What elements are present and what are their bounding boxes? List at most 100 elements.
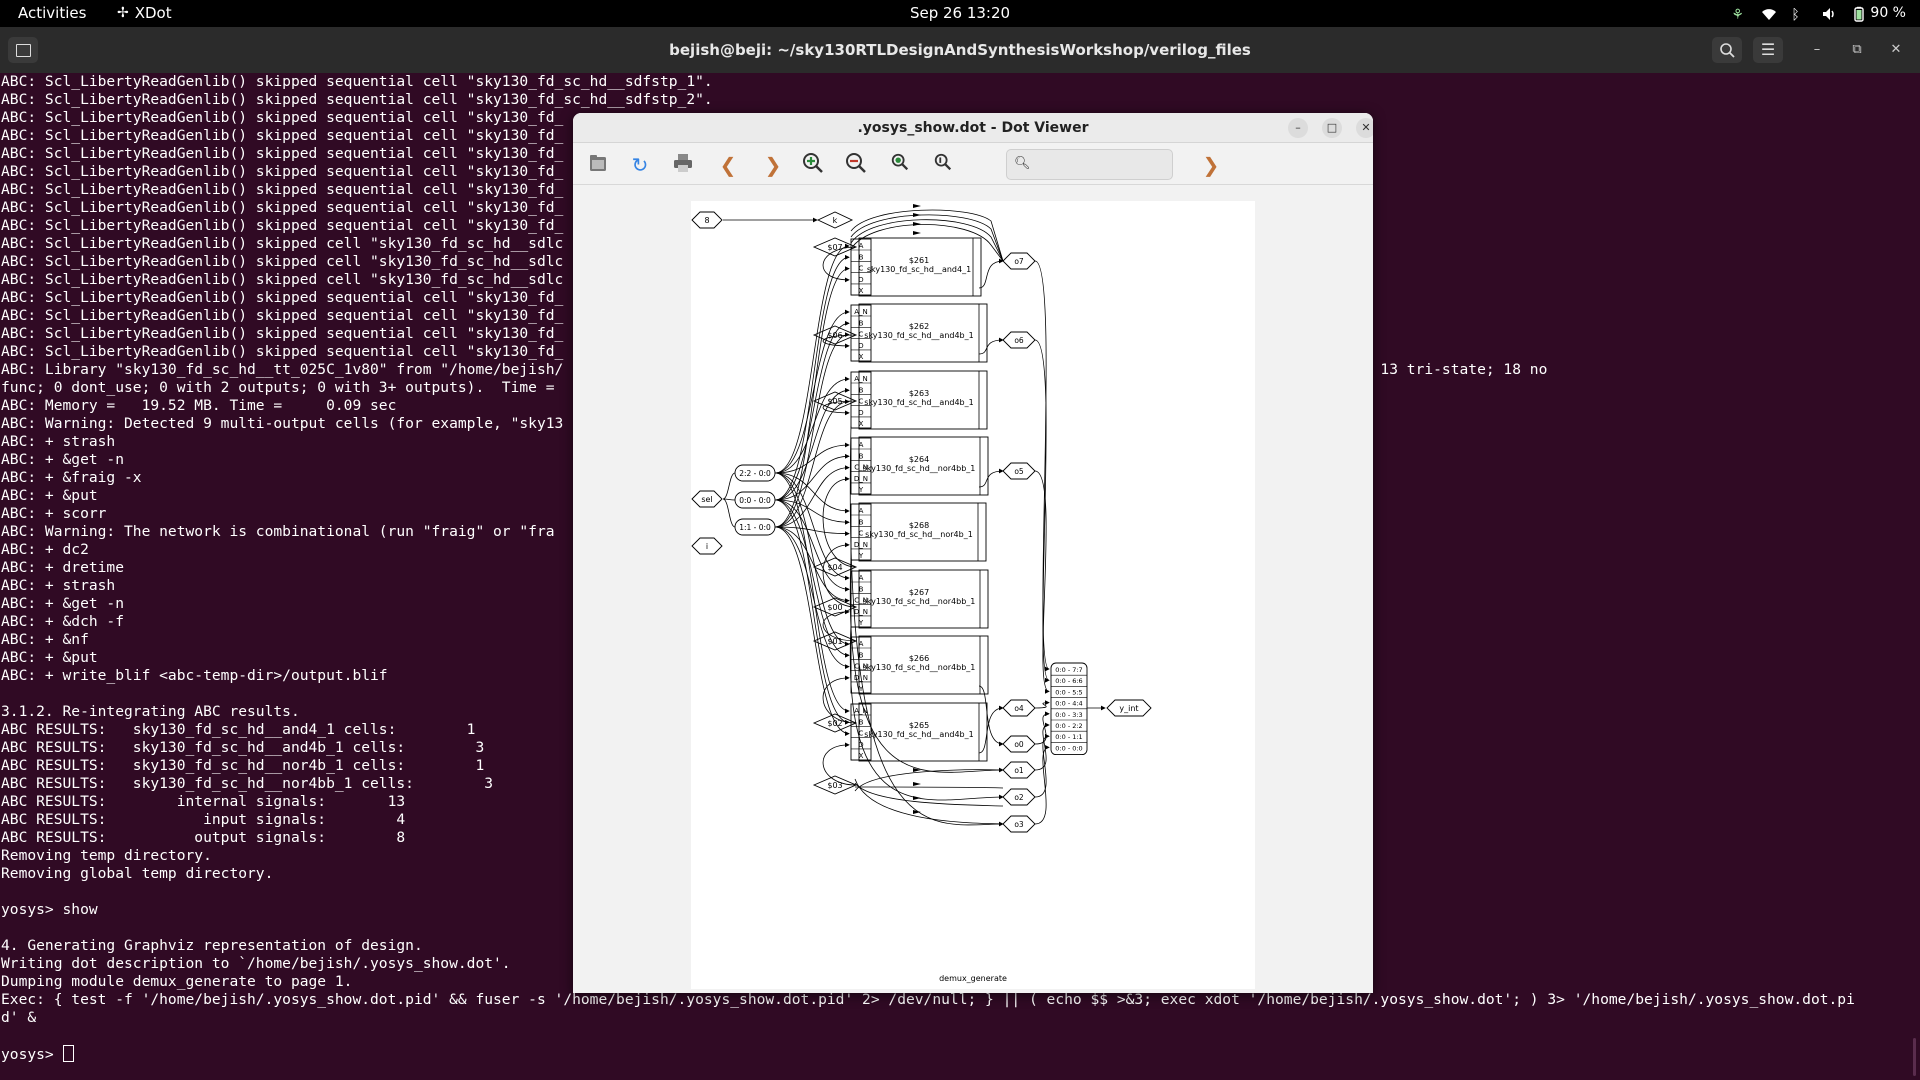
zoom-100-button[interactable] xyxy=(930,152,956,178)
dot-viewer-titlebar[interactable]: .yosys_show.dot - Dot Viewer – □ ✕ xyxy=(573,113,1373,143)
edge-arrow xyxy=(913,782,921,786)
cell-id-label: $263 xyxy=(909,389,929,398)
terminal-line-text: ABC: Scl_LibertyReadGenlib() skipped seq… xyxy=(1,325,564,342)
bluetooth-icon[interactable]: ᛒ xyxy=(1791,6,1807,23)
minimize-icon: – xyxy=(1813,42,1821,57)
menu-button[interactable]: ☰ xyxy=(1753,37,1783,63)
graph-edge xyxy=(774,254,850,501)
battery-status[interactable]: 90 % xyxy=(1851,4,1906,23)
dot-maximize-button[interactable]: □ xyxy=(1322,118,1342,138)
terminal-line: ABC RESULTS: sky130_fd_sc_hd__nor4bb_1 c… xyxy=(1,775,493,793)
terminal-line: 3.1.2. Re-integrating ABC results. xyxy=(1,703,300,721)
terminal-line-text: Dumping module demux_generate to page 1. xyxy=(1,973,353,990)
wifi-icon[interactable] xyxy=(1761,6,1777,22)
close-icon: ✕ xyxy=(1890,42,1902,57)
print-icon xyxy=(672,154,694,179)
terminal-line: 4. Generating Graphviz representation of… xyxy=(1,937,423,955)
cell-type-label: sky130_fd_sc_hd__nor4bb_1 xyxy=(863,464,976,473)
terminal-line: ABC: + dretime xyxy=(1,559,124,577)
wire-label: $02 xyxy=(827,719,842,728)
graph-edge xyxy=(774,499,850,592)
system-tray[interactable]: ⚘ ᛒ 90 % xyxy=(1731,4,1906,23)
terminal-line-text: 3.1.2. Re-integrating ABC results. xyxy=(1,703,300,720)
graph-page[interactable]: 8 sel i k $07 $06 $05 $04 $00 $01 $02 $03 2:2 - 0:0 0… xyxy=(691,201,1255,989)
terminal-line: ABC: + &dch -f xyxy=(1,613,124,631)
cell-type-label: sky130_fd_sc_hd__and4_1 xyxy=(867,265,971,274)
minimize-button[interactable]: – xyxy=(1808,41,1826,59)
battery-percent: 90 % xyxy=(1870,5,1906,21)
graph-edge xyxy=(722,498,736,528)
search-button[interactable] xyxy=(1712,37,1742,63)
slice-label: 0:0 - 0:0 xyxy=(739,496,771,505)
volume-icon[interactable] xyxy=(1821,6,1837,22)
terminal-line-text: ABC RESULTS: sky130_fd_sc_hd__nor4b_1 ce… xyxy=(1,757,485,774)
y-int-port-label: y_int xyxy=(1119,704,1138,713)
cell-id-label: $264 xyxy=(909,455,929,464)
cell-pin-label: Y xyxy=(858,552,864,560)
terminal-line: Dumping module demux_generate to page 1. xyxy=(1,973,352,991)
terminal-line: ABC: Scl_LibertyReadGenlib() skipped seq… xyxy=(1,199,563,217)
edge-arrow xyxy=(913,222,921,226)
terminal-line: ABC: Scl_LibertyReadGenlib() skipped seq… xyxy=(1,145,563,163)
edge-arrow xyxy=(913,204,921,208)
cell-pin-label: A_N xyxy=(854,308,868,316)
cell-pin-label: X xyxy=(859,420,864,428)
slice-label: 1:1 - 0:0 xyxy=(739,523,771,532)
terminal-line-text: yosys> show xyxy=(1,901,98,918)
terminal-line-text: ABC: Memory = 19.52 MB. Time = 0.09 sec xyxy=(1,397,397,414)
clock-label[interactable]: Sep 26 13:20 xyxy=(910,4,1010,23)
zoom-original-icon xyxy=(933,153,953,177)
back-button[interactable]: ❮ xyxy=(715,152,741,178)
cell-pin-label: Y xyxy=(858,619,864,627)
terminal-scrollbar[interactable] xyxy=(1913,1038,1916,1076)
graph-edge xyxy=(850,219,1004,262)
open-button[interactable] xyxy=(585,152,611,178)
search-icon: 🔍︎ xyxy=(1014,156,1031,171)
terminal-line: ABC: + &get -n xyxy=(1,451,124,469)
graph-edge xyxy=(1034,260,1050,672)
cell-pin-label: B xyxy=(859,253,864,261)
terminal-line-text: ABC: + &dch -f xyxy=(1,613,125,630)
terminal-line: ABC: Scl_LibertyReadGenlib() skipped seq… xyxy=(1,163,563,181)
terminal-line: ABC: + &nf xyxy=(1,631,89,649)
dot-viewer-title: .yosys_show.dot - Dot Viewer xyxy=(857,120,1089,136)
find-next-button[interactable]: ❯ xyxy=(1198,152,1224,178)
zoom-in-button[interactable] xyxy=(800,152,826,178)
cell-pin-label: X xyxy=(859,752,864,760)
concat-slot-label: 0:0 - 0:0 xyxy=(1055,744,1082,752)
zoom-out-button[interactable] xyxy=(843,152,869,178)
terminal-line: ABC: Scl_LibertyReadGenlib() skipped seq… xyxy=(1,289,563,307)
terminal-line: Writing dot description to `/home/bejish… xyxy=(1,955,511,973)
cell-type-label: sky130_fd_sc_hd__nor4bb_1 xyxy=(863,663,976,672)
netlist-graph[interactable]: 8 sel i k $07 $06 $05 $04 $00 $01 $02 $03 2:2 - 0:0 0… xyxy=(691,201,1255,989)
reload-icon: ↻ xyxy=(631,153,649,177)
network-share-icon[interactable]: ⚘ xyxy=(1731,6,1747,23)
close-button[interactable]: ✕ xyxy=(1887,41,1905,59)
terminal-line: d' & xyxy=(1,1009,36,1027)
terminal-line: Removing global temp directory. xyxy=(1,865,273,883)
graph-edge xyxy=(978,685,1004,747)
print-button[interactable] xyxy=(670,152,696,178)
dot-close-button[interactable]: ✕ xyxy=(1356,118,1373,138)
maximize-button[interactable]: ⧉ xyxy=(1848,41,1866,59)
input-port-label: 8 xyxy=(704,216,709,225)
zoom-in-icon xyxy=(802,153,824,179)
cell-pin-label: D xyxy=(858,276,863,284)
zoom-fit-button[interactable] xyxy=(887,152,913,178)
forward-button[interactable]: ❯ xyxy=(760,152,786,178)
reload-button[interactable]: ↻ xyxy=(627,152,653,178)
restore-icon: ⧉ xyxy=(1852,42,1862,57)
cell-type-label: sky130_fd_sc_hd__nor4b_1 xyxy=(865,530,973,539)
terminal-line: ABC RESULTS: sky130_fd_sc_hd__nor4b_1 ce… xyxy=(1,757,484,775)
terminal-line-text: ABC RESULTS: output signals: 8 xyxy=(1,829,406,846)
search-icon xyxy=(1719,40,1735,59)
dot-minimize-button[interactable]: – xyxy=(1288,118,1308,138)
dot-graph-canvas[interactable]: 8 sel i k $07 $06 $05 $04 $00 $01 $02 $03 2:2 - 0:0 0… xyxy=(573,185,1373,993)
find-input[interactable] xyxy=(1006,149,1173,180)
cell-pin-label: C xyxy=(859,331,864,339)
terminal-line: ABC: + &fraig -x xyxy=(1,469,142,487)
concat-slot-label: 0:0 - 5:5 xyxy=(1055,688,1082,696)
terminal-line-text: ABC: + &nf xyxy=(1,631,89,648)
dot-viewer-window[interactable]: .yosys_show.dot - Dot Viewer – □ ✕ ↻ ❮ ❯… xyxy=(573,113,1373,993)
graph-edge xyxy=(774,332,850,528)
